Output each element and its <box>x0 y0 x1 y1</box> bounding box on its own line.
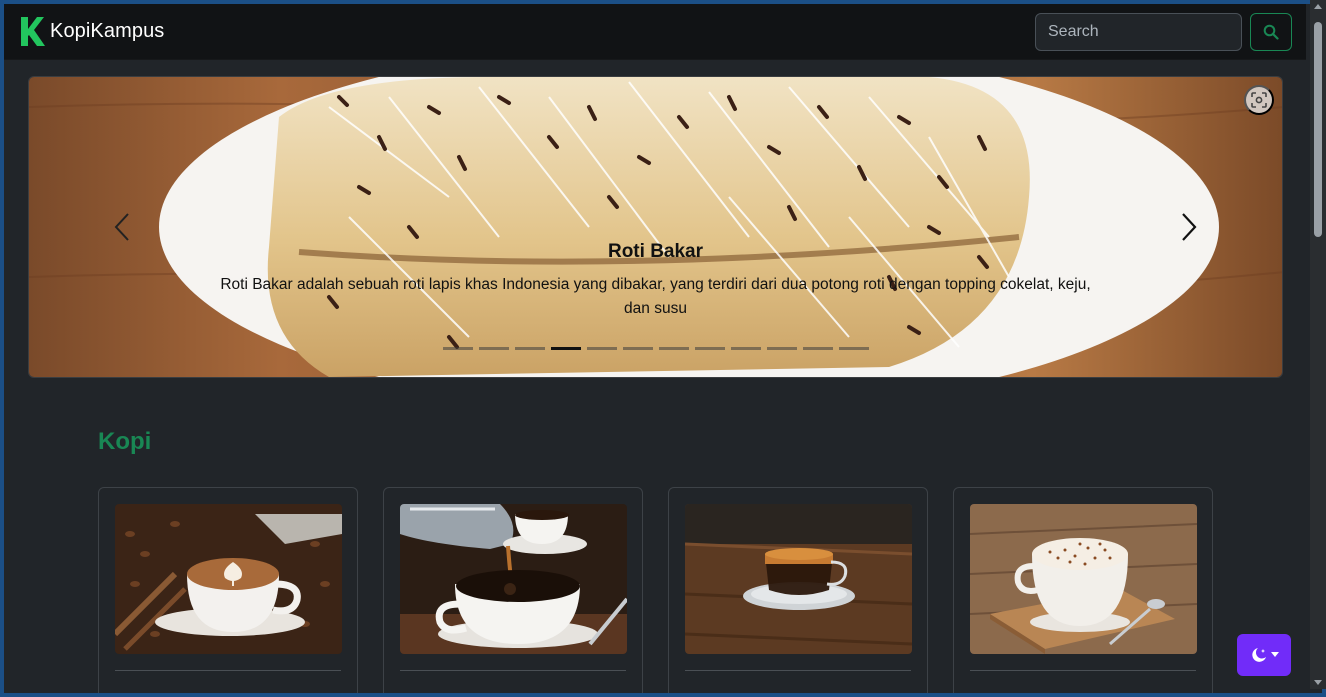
carousel-indicator[interactable] <box>586 347 617 350</box>
carousel-indicator[interactable] <box>550 347 581 350</box>
hero-carousel: Roti Bakar Roti Bakar adalah sebuah roti… <box>28 76 1283 378</box>
carousel-text: Roti Bakar adalah sebuah roti lapis khas… <box>220 276 1091 317</box>
browser-window: KopiKampus Search Roti Bakar Roti Bakar … <box>4 4 1322 693</box>
pouring-coffee-image <box>400 504 627 654</box>
product-card[interactable] <box>98 487 358 693</box>
product-card[interactable] <box>953 487 1213 693</box>
card-divider <box>685 670 911 671</box>
carousel-indicator[interactable] <box>802 347 833 350</box>
carousel-indicator[interactable] <box>514 347 545 350</box>
cappuccino-image <box>970 504 1197 654</box>
product-card[interactable] <box>668 487 928 693</box>
card-divider <box>970 670 1196 671</box>
search-button[interactable] <box>1250 12 1292 51</box>
page-scrollbar[interactable] <box>1310 0 1326 689</box>
carousel-next-button[interactable] <box>1168 207 1208 247</box>
chevron-left-icon <box>114 213 129 241</box>
carousel-indicators <box>29 347 1282 350</box>
roti-bakar-image <box>29 77 1282 377</box>
caret-down-icon <box>1270 652 1279 657</box>
card-divider <box>400 670 626 671</box>
search-form <box>1035 12 1292 51</box>
scroll-thumb[interactable] <box>1314 22 1322 237</box>
product-card[interactable] <box>383 487 643 693</box>
k-logo-icon <box>21 16 45 46</box>
carousel-indicator[interactable] <box>766 347 797 350</box>
carousel-indicator[interactable] <box>838 347 869 350</box>
scroll-up-icon[interactable] <box>1314 4 1322 9</box>
theme-toggle-button[interactable] <box>1237 634 1291 676</box>
search-icon <box>1263 24 1279 40</box>
carousel-indicator[interactable] <box>442 347 473 350</box>
carousel-caption: Roti Bakar Roti Bakar adalah sebuah roti… <box>209 241 1102 321</box>
brand[interactable]: KopiKampus <box>18 15 164 49</box>
search-input[interactable] <box>1035 12 1242 51</box>
visual-search-button[interactable] <box>1244 85 1274 115</box>
product-card-list <box>98 487 1213 693</box>
carousel-indicator[interactable] <box>694 347 725 350</box>
carousel-prev-button[interactable] <box>103 207 143 247</box>
brand-name: KopiKampus <box>50 20 165 42</box>
chevron-right-icon <box>1182 213 1197 241</box>
carousel-indicator[interactable] <box>478 347 509 350</box>
navbar: KopiKampus <box>4 4 1306 60</box>
carousel-indicator[interactable] <box>658 347 689 350</box>
section-title-kopi: Kopi <box>98 428 152 455</box>
espresso-image <box>685 504 912 654</box>
carousel-title: Roti Bakar <box>607 241 704 262</box>
carousel-indicator[interactable] <box>622 347 653 350</box>
visual-search-icon <box>1251 92 1267 108</box>
scroll-down-icon[interactable] <box>1314 680 1322 685</box>
carousel-indicator[interactable] <box>730 347 761 350</box>
moon-stars-icon <box>1251 648 1266 662</box>
latte-art-image <box>115 504 342 654</box>
card-divider <box>115 670 341 671</box>
